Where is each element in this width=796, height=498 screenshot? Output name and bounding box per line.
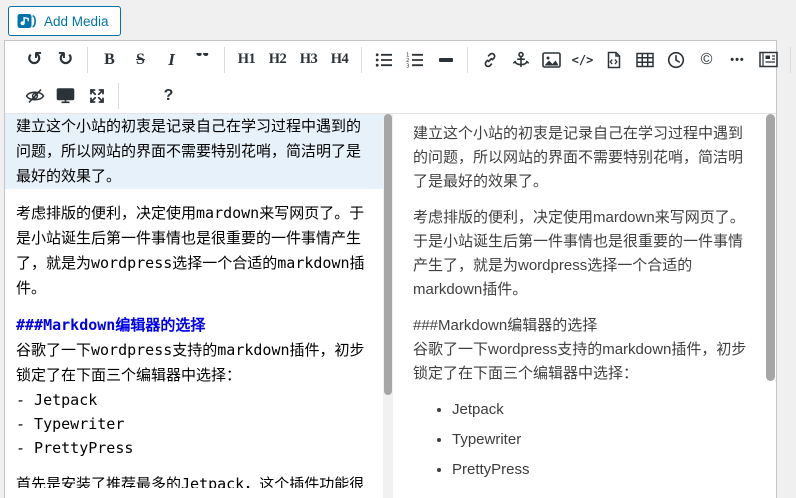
editor-text: 首先是安装了推荐最多的Jetpack，这个插件功能很庞杂，安装以后感觉网站一下子 (16, 475, 365, 488)
blockquote-button[interactable]: “ (187, 46, 218, 74)
preview-scrollbar[interactable] (766, 114, 775, 498)
horizontal-rule-button[interactable] (430, 46, 461, 74)
redo-button[interactable]: ↻ (50, 46, 81, 74)
toolbar-separator (87, 46, 88, 73)
preview-paragraph: 建立这个小站的初衷是记录自己在学习过程中遇到的问题，所以网站的界面不需要特别花哨… (413, 125, 744, 190)
preview-article-icon (759, 51, 778, 68)
h2-icon: H2 (268, 51, 287, 67)
clock-icon (667, 51, 684, 68)
fullscreen-button[interactable] (81, 82, 112, 110)
copyright-icon: © (700, 50, 713, 68)
media-buttons-bar: Add Media (0, 0, 796, 40)
code-block-icon (607, 51, 620, 68)
editor-toolbar: ↺ ↻ B S I “ H1 H2 H3 H4 1 2 (5, 41, 791, 114)
markdown-preview: 建立这个小站的初衷是记录自己在学习过程中遇到的问题，所以网站的界面不需要特别花哨… (393, 114, 776, 498)
preview-list-item: Typewriter (452, 428, 750, 452)
more-button[interactable]: ••• (722, 46, 753, 74)
toolbar-separator (224, 46, 225, 73)
italic-icon: I (168, 49, 175, 69)
html-entities-button[interactable]: © (691, 46, 722, 74)
markdown-editor-container: ↺ ↻ B S I “ H1 H2 H3 H4 1 2 (4, 40, 791, 498)
editor-list-item: - Jetpack (16, 391, 98, 409)
link-icon (484, 52, 495, 67)
eye-off-icon (25, 88, 44, 103)
datetime-button[interactable] (660, 46, 691, 74)
editor-heading-line: ###Markdown编辑器的选择 (16, 316, 206, 334)
toolbar-separator (790, 46, 791, 73)
h3-icon: H3 (299, 51, 318, 67)
editor-blank-line (5, 301, 383, 313)
preview-text: 谷歌了一下wordpress支持的markdown插件，初步锁定了在下面三个编辑… (413, 341, 747, 382)
unordered-list-icon (375, 52, 392, 67)
undo-button[interactable]: ↺ (19, 46, 50, 74)
horizontal-rule-icon (438, 57, 453, 62)
help-button[interactable]: ? (153, 82, 184, 110)
undo-icon: ↺ (26, 49, 43, 70)
toolbar-separator (118, 82, 119, 109)
editor-paragraph: 建立这个小站的初衷是记录自己在学习过程中遇到的问题，所以网站的界面不需要特别花哨… (16, 117, 362, 185)
table-icon (635, 52, 654, 67)
editor-scrollbar-thumb[interactable] (384, 114, 392, 395)
preview-list: Jetpack Typewriter PrettyPress (413, 398, 750, 482)
quote-icon: “ (195, 53, 210, 67)
editor-list-item: - Typewriter (16, 415, 125, 433)
redo-icon: ↻ (57, 49, 74, 70)
editor-list-item: - PrettyPress (16, 439, 134, 457)
preview-paragraph: 考虑排版的便利，决定使用mardown来写网页了。于是小站诞生后第一件事情也是很… (413, 209, 745, 298)
ordered-list-button[interactable]: 1 2 3 (399, 46, 430, 74)
monitor-icon (56, 88, 75, 104)
add-media-icon (17, 13, 37, 30)
italic-button[interactable]: I (156, 46, 187, 74)
preview-text: ###Markdown编辑器的选择 (413, 317, 598, 334)
unordered-list-button[interactable] (368, 46, 399, 74)
editor-paragraph: 谷歌了一下wordpress支持的markdown插件，初步锁定了在下面三个编辑… (16, 341, 365, 384)
anchor-button[interactable] (505, 46, 536, 74)
watch-toggle-button[interactable] (19, 82, 50, 110)
h3-button[interactable]: H3 (293, 46, 324, 74)
markdown-source-editor[interactable]: 建立这个小站的初衷是记录自己在学习过程中遇到的问题，所以网站的界面不需要特别花哨… (5, 114, 383, 488)
preview-scrollbar-thumb[interactable] (766, 114, 775, 381)
strikethrough-icon: S (136, 50, 145, 68)
table-button[interactable] (629, 46, 660, 74)
toolbar-row-1: ↺ ↻ B S I “ H1 H2 H3 H4 1 2 (19, 41, 791, 78)
h4-button[interactable]: H4 (324, 46, 355, 74)
h2-button[interactable]: H2 (262, 46, 293, 74)
link-button[interactable] (474, 46, 505, 74)
strikethrough-button[interactable]: S (125, 46, 156, 74)
anchor-icon (512, 51, 529, 67)
fullscreen-icon (89, 88, 104, 103)
preview-paragraph: ###Markdown编辑器的选择谷歌了一下wordpress支持的markdo… (413, 314, 750, 386)
preview-list-item: PrettyPress (452, 458, 750, 482)
image-icon (542, 51, 561, 68)
editor-scrollbar[interactable] (383, 114, 393, 498)
preview-list-item: Jetpack (452, 398, 750, 422)
h1-icon: H1 (237, 51, 256, 67)
inline-code-button[interactable]: </> (567, 46, 598, 74)
toolbar-separator (361, 46, 362, 73)
svg-text:3: 3 (406, 63, 409, 68)
help-icon: ? (163, 86, 174, 104)
image-button[interactable] (536, 46, 567, 74)
h1-button[interactable]: H1 (231, 46, 262, 74)
add-media-button[interactable]: Add Media (8, 6, 121, 36)
preview-article-button[interactable] (753, 46, 784, 74)
bold-icon: B (104, 50, 115, 68)
preview-monitor-button[interactable] (50, 82, 81, 110)
h4-icon: H4 (330, 51, 349, 67)
inline-code-icon: </> (571, 52, 594, 67)
code-block-button[interactable] (598, 46, 629, 74)
add-media-label: Add Media (44, 13, 109, 29)
ellipsis-icon: ••• (730, 53, 745, 66)
editor-active-line: 建立这个小站的初衷是记录自己在学习过程中遇到的问题，所以网站的界面不需要特别花哨… (5, 114, 383, 189)
editor-blank-line (5, 460, 383, 472)
editor-paragraph: 考虑排版的便利，决定使用mardown来写网页了。于是小站诞生后第一件事情也是很… (16, 204, 365, 297)
editor-paragraph: 首先是安装了推荐最多的Jetpack，这个插件功能很庞杂，安装以后感觉网站一下子… (5, 472, 383, 488)
toolbar-separator (467, 46, 468, 73)
bold-button[interactable]: B (94, 46, 125, 74)
editor-panes: 建立这个小站的初衷是记录自己在学习过程中遇到的问题，所以网站的界面不需要特别花哨… (5, 114, 776, 498)
ordered-list-icon: 1 2 3 (406, 52, 423, 68)
editor-blank-line (5, 189, 383, 201)
toolbar-row-2: ? (19, 78, 776, 113)
